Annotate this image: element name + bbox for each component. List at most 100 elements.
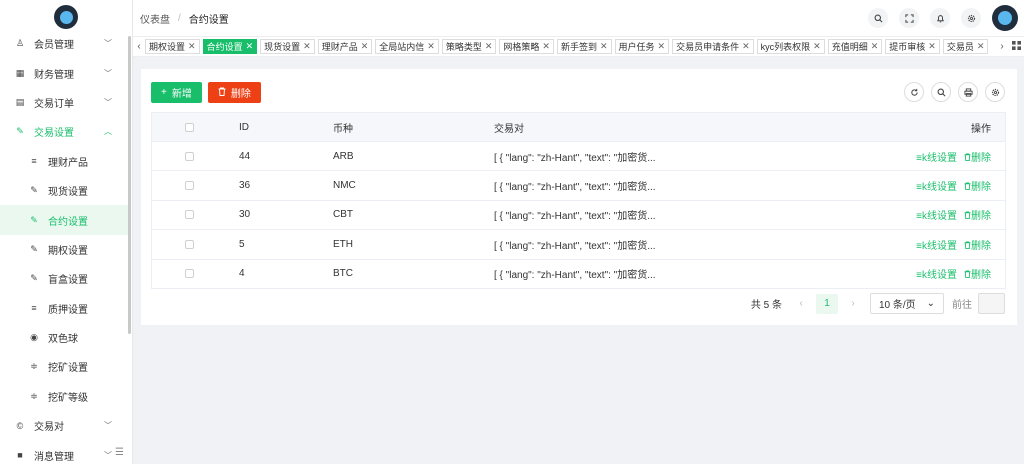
tab[interactable]: 合约设置 ✕ (202, 39, 258, 54)
next-page-icon[interactable]: › (844, 298, 862, 309)
bell-icon[interactable] (930, 8, 950, 28)
close-icon[interactable]: ✕ (813, 41, 821, 52)
tab[interactable]: 期权设置 ✕ (145, 39, 200, 54)
close-icon[interactable]: ✕ (928, 41, 936, 52)
row-delete-link[interactable]: 删除 (964, 241, 991, 252)
tab[interactable]: 交易员 ✕ (942, 39, 989, 54)
breadcrumb-home[interactable]: 仪表盘 (140, 11, 170, 26)
row-delete-link[interactable]: 删除 (964, 182, 991, 193)
kline-settings-link[interactable]: ≡k线设置 (916, 153, 957, 164)
tab[interactable]: 理财产品 ✕ (317, 39, 373, 54)
sidebar-item[interactable]: ■ 消息管理 ﹀ (0, 440, 128, 464)
tab-label: 理财产品 (321, 42, 358, 52)
cell-coin: CBT (333, 209, 353, 221)
close-icon[interactable]: ✕ (303, 41, 311, 52)
sidebar-item[interactable]: ✎ 现货设置 (0, 176, 128, 205)
close-icon[interactable]: ✕ (188, 41, 196, 52)
tab[interactable]: 新手签到 ✕ (556, 39, 612, 54)
sidebar-item[interactable]: ✎ 合约设置 (0, 205, 128, 235)
close-icon[interactable]: ✕ (246, 41, 254, 52)
row-checkbox[interactable] (185, 210, 194, 220)
tabs-scroll-right-icon[interactable]: › (996, 41, 1008, 52)
close-icon[interactable]: ✕ (742, 41, 750, 52)
tab-label: 充值明细 (831, 42, 868, 52)
row-delete-label: 删除 (971, 182, 991, 194)
sidebar-item[interactable]: ≑ 挖矿设置 (0, 352, 128, 381)
prev-page-icon[interactable]: ‹ (792, 298, 810, 309)
close-icon[interactable]: ✕ (658, 41, 666, 52)
collapse-menu-icon[interactable]: ☰ (115, 447, 124, 458)
add-button[interactable]: + 新增 (151, 82, 202, 103)
tab[interactable]: 网格策略 ✕ (499, 39, 554, 54)
close-icon[interactable]: ✕ (977, 41, 985, 52)
row-delete-link[interactable]: 删除 (964, 211, 991, 222)
tab-label: 全局站内信 (379, 42, 425, 52)
page-size-select[interactable]: 10 条/页 ⌄ (870, 293, 944, 314)
sidebar-item-label: 挖矿等级 (48, 392, 88, 404)
tab[interactable]: 提币审核 ✕ (885, 39, 940, 54)
row-checkbox[interactable] (185, 269, 194, 279)
chevron-down-icon: ﹀ (104, 97, 112, 107)
sidebar-item[interactable]: ◉ 双色球 (0, 323, 128, 352)
sidebar-item[interactable]: ≑ 挖矿等级 (0, 382, 128, 411)
close-icon[interactable]: ✕ (871, 41, 879, 52)
tab[interactable]: 现货设置 ✕ (260, 39, 315, 54)
sidebar-item[interactable]: ▦ 财务管理 ﹀ (0, 58, 128, 87)
tab[interactable]: kyc列表权限 ✕ (756, 39, 825, 54)
avatar[interactable] (992, 5, 1018, 31)
cell-pair: [ { "lang": "zh-Hant", "text": "加密货... (494, 182, 656, 194)
refresh-icon[interactable] (904, 82, 924, 102)
kline-settings-link[interactable]: ≡k线设置 (916, 241, 957, 252)
sidebar-item[interactable]: © 交易对 ﹀ (0, 411, 128, 440)
tab-label: 提币审核 (889, 42, 926, 52)
wrench-icon: ✎ (30, 273, 38, 284)
close-icon[interactable]: ✕ (427, 41, 435, 52)
table-row: 30 CBT [ { "lang": "zh-Hant", "text": "加密货… (152, 199, 1005, 229)
chevron-up-icon: ︿ (104, 127, 112, 137)
cell-id: 4 (239, 268, 245, 280)
print-icon[interactable] (958, 82, 978, 102)
search-icon[interactable] (868, 8, 888, 28)
tab[interactable]: 充值明细 ✕ (827, 39, 883, 54)
sidebar-item[interactable]: ✎ 期权设置 (0, 235, 128, 264)
sidebar-item[interactable]: ≡ 理财产品 (0, 147, 128, 176)
fullscreen-icon[interactable] (899, 8, 919, 28)
close-icon[interactable]: ✕ (361, 41, 369, 52)
delete-button[interactable]: 删除 (207, 82, 261, 103)
kline-settings-link[interactable]: ≡k线设置 (916, 211, 957, 222)
tabs-bar: ‹ 期权设置 ✕ 合约设置 ✕ 现货设置 ✕ 理财产品 ✕ 全局站内信 ✕ 策略类型 ✕ 网格策略 ✕ 新手… (133, 36, 1024, 57)
header-pair: 交易对 (494, 123, 524, 135)
column-settings-icon[interactable] (985, 82, 1005, 102)
close-icon[interactable]: ✕ (600, 41, 608, 52)
message-icon: ■ (17, 450, 23, 461)
sidebar-item[interactable]: ≡ 质押设置 (0, 294, 128, 323)
sidebar-scrollbar[interactable] (128, 36, 131, 334)
tab[interactable]: 交易员申请条件 ✕ (672, 39, 754, 54)
sidebar-item[interactable]: ✎ 交易设置 ︿ (0, 117, 128, 146)
row-checkbox[interactable] (185, 151, 194, 161)
goto-page-input[interactable] (978, 293, 1005, 314)
tabs-menu-grid-icon[interactable] (1008, 40, 1024, 53)
delete-button-label: 删除 (230, 89, 251, 100)
tab[interactable]: 用户任务 ✕ (614, 39, 670, 54)
page-number-current[interactable]: 1 (816, 293, 838, 314)
tab[interactable]: 全局站内信 ✕ (375, 39, 439, 54)
tab[interactable]: 策略类型 ✕ (441, 39, 497, 54)
sidebar-item[interactable]: ▤ 交易订单 ﹀ (0, 88, 128, 117)
row-delete-link[interactable]: 删除 (964, 270, 991, 281)
row-checkbox[interactable] (185, 239, 194, 249)
tabs-scroll-left-icon[interactable]: ‹ (133, 41, 145, 52)
sidebar-item[interactable]: ♙ 会员管理 ﹀ (0, 29, 128, 58)
close-icon[interactable]: ✕ (485, 41, 493, 52)
cell-operations: ≡k线设置 删除 (864, 207, 1005, 222)
kline-settings-link[interactable]: ≡k线设置 (916, 270, 957, 281)
row-delete-link[interactable]: 删除 (964, 153, 991, 164)
sidebar-item[interactable]: ✎ 盲盒设置 (0, 264, 128, 293)
cell-coin: ETH (333, 238, 353, 250)
row-checkbox[interactable] (185, 181, 194, 191)
close-icon[interactable]: ✕ (542, 41, 550, 52)
kline-settings-link[interactable]: ≡k线设置 (916, 182, 957, 193)
select-all-checkbox[interactable] (185, 122, 194, 132)
gear-icon[interactable] (961, 8, 981, 28)
search-toggle-icon[interactable] (931, 82, 951, 102)
